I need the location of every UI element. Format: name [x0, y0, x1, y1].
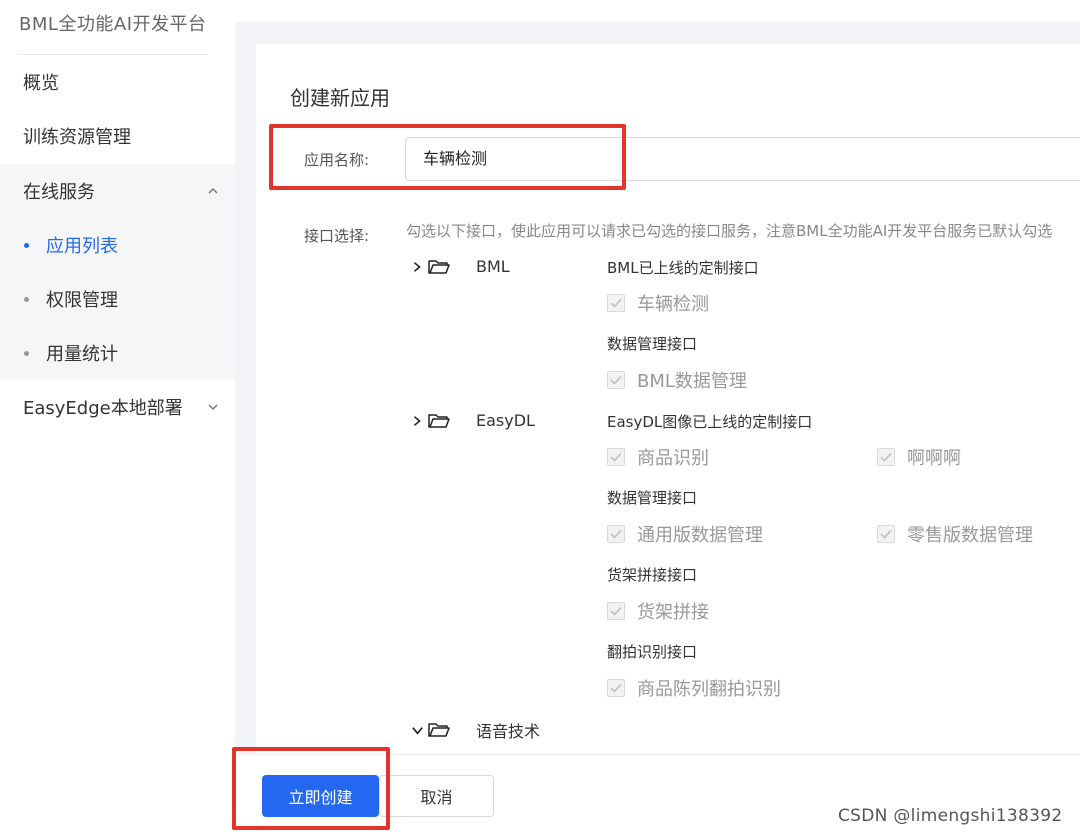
group-title: EasyDL图像已上线的定制接口 [607, 413, 813, 431]
sidebar-item-label: 应用列表 [46, 236, 118, 257]
checkbox-checked-icon [607, 371, 625, 389]
group-title: BML已上线的定制接口 [607, 259, 759, 277]
sidebar-item-online-service[interactable]: 在线服务 [0, 164, 235, 218]
checkbox-label: 啊啊啊 [907, 448, 961, 469]
sidebar-item-label: 用量统计 [46, 344, 118, 365]
checkbox-display-recapture[interactable]: 商品陈列翻拍识别 [607, 675, 781, 701]
sidebar: BML全功能AI开发平台 概览 训练资源管理 在线服务 应用列表 权限管理 用量… [0, 0, 235, 837]
checkbox-label: BML数据管理 [637, 371, 747, 392]
chevron-down-icon [207, 401, 219, 413]
tree-node-bml[interactable]: BML [410, 257, 510, 276]
sidebar-item-label: 权限管理 [46, 290, 118, 311]
checkbox-product-recognition[interactable]: 商品识别 [607, 444, 709, 470]
sidebar-item-overview[interactable]: 概览 [0, 55, 235, 109]
checkbox-label: 商品识别 [637, 448, 709, 469]
sidebar-item-permissions[interactable]: 权限管理 [0, 272, 235, 326]
checkbox-checked-icon [607, 525, 625, 543]
tree-node-speech[interactable]: 语音技术 [410, 718, 540, 742]
sidebar-item-label: 概览 [23, 73, 59, 94]
folder-icon [428, 723, 450, 737]
folder-icon [428, 259, 450, 274]
watermark: CSDN @limengshi138392 [838, 806, 1063, 826]
chevron-right-icon[interactable] [410, 260, 424, 274]
checkbox-shelf-stitching[interactable]: 货架拼接 [607, 598, 709, 624]
sidebar-item-usage-stats[interactable]: 用量统计 [0, 326, 235, 380]
page-title: 创建新应用 [290, 86, 390, 110]
top-bar [235, 0, 1080, 22]
checkbox-label: 通用版数据管理 [637, 525, 763, 546]
group-title: 数据管理接口 [607, 489, 698, 507]
checkbox-general-data-management[interactable]: 通用版数据管理 [607, 521, 763, 547]
sidebar-item-easyedge[interactable]: EasyEdge本地部署 [0, 380, 235, 434]
sidebar-item-label: 训练资源管理 [23, 127, 131, 148]
chevron-up-icon [207, 185, 219, 197]
checkbox-checked-icon [607, 679, 625, 697]
tree-node-easydl[interactable]: EasyDL [410, 411, 535, 430]
sidebar-item-label: EasyEdge本地部署 [23, 398, 183, 419]
folder-icon [428, 413, 450, 428]
annotation-box-name [269, 124, 626, 190]
checkbox-retail-data-management[interactable]: 零售版数据管理 [877, 521, 1033, 547]
bullet-icon [24, 242, 29, 248]
bullet-icon [24, 296, 29, 302]
sidebar-item-label: 在线服务 [23, 182, 95, 203]
tree-node-label: 语音技术 [476, 722, 541, 741]
chevron-right-icon[interactable] [410, 414, 424, 428]
group-title: 数据管理接口 [607, 335, 698, 353]
api-select-hint: 勾选以下接口，使此应用可以请求已勾选的接口服务，注意BML全功能AI开发平台服务… [406, 222, 1053, 240]
checkbox-label: 零售版数据管理 [907, 525, 1033, 546]
sidebar-item-training-resources[interactable]: 训练资源管理 [0, 109, 235, 163]
checkbox-checked-icon [607, 294, 625, 312]
api-select-label: 接口选择: [304, 227, 370, 245]
group-title: 货架拼接接口 [607, 566, 698, 584]
checkbox-label: 货架拼接 [637, 602, 709, 623]
chevron-down-icon[interactable] [410, 723, 424, 737]
cancel-button[interactable]: 取消 [379, 775, 494, 817]
annotation-box-create [232, 747, 390, 830]
checkbox-bml-data-management[interactable]: BML数据管理 [607, 367, 747, 393]
bullet-icon [24, 350, 29, 356]
group-title: 翻拍识别接口 [607, 643, 698, 661]
checkbox-label: 商品陈列翻拍识别 [637, 679, 781, 700]
brand-title: BML全功能AI开发平台 [19, 14, 207, 35]
sidebar-item-app-list[interactable]: 应用列表 [0, 218, 235, 272]
tree-node-label: EasyDL [476, 411, 535, 430]
checkbox-checked-icon [877, 448, 895, 466]
checkbox-checked-icon [877, 525, 895, 543]
checkbox-checked-icon [607, 448, 625, 466]
checkbox-vehicle-detection[interactable]: 车辆检测 [607, 290, 709, 316]
checkbox-label: 车辆检测 [637, 294, 709, 315]
tree-node-label: BML [476, 257, 510, 276]
checkbox-aaa[interactable]: 啊啊啊 [877, 444, 961, 470]
checkbox-checked-icon [607, 602, 625, 620]
